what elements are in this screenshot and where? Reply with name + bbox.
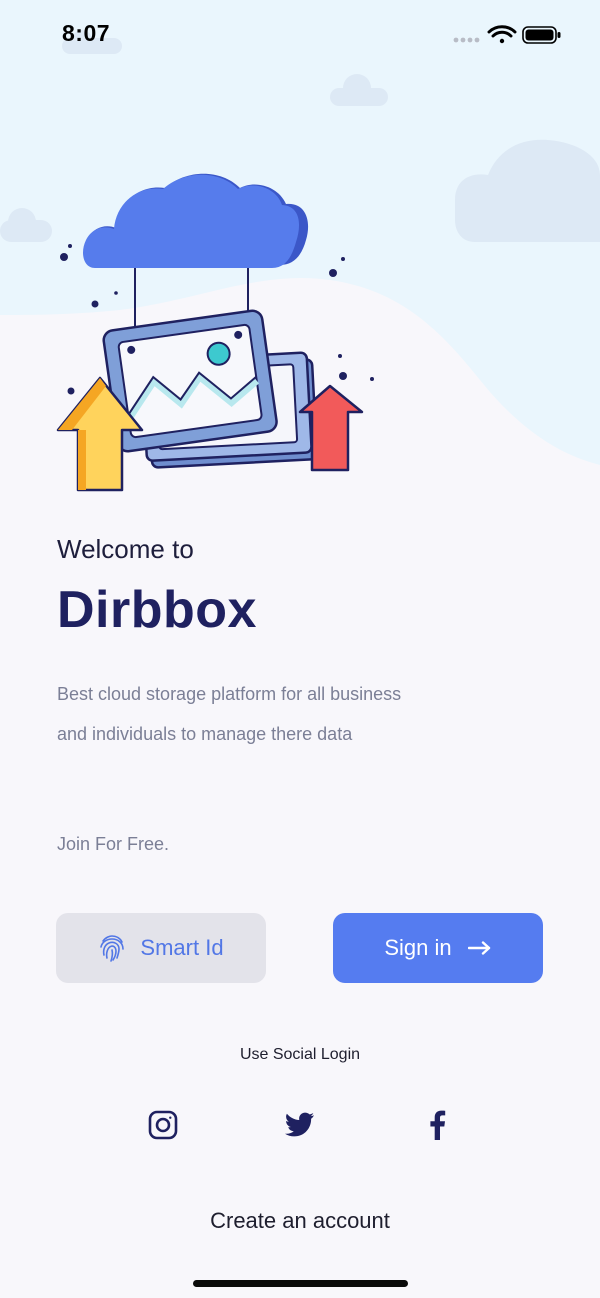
create-account-link[interactable]: Create an account: [0, 1208, 600, 1234]
arrow-right-icon: [467, 941, 492, 955]
status-icons: [453, 25, 561, 44]
smart-id-button[interactable]: Smart Id: [56, 913, 266, 983]
status-time: 8:07: [62, 20, 111, 46]
cloud-upload-illustration: [56, 173, 374, 492]
instagram-icon[interactable]: [146, 1108, 180, 1142]
sign-in-label: Sign in: [384, 935, 452, 960]
app-name: Dirbbox: [57, 581, 257, 639]
smart-id-label: Smart Id: [140, 935, 224, 960]
signal-icon: [453, 37, 480, 43]
join-tagline: Join For Free.: [57, 834, 170, 854]
welcome-text: Welcome to: [57, 534, 194, 564]
home-indicator: [193, 1280, 408, 1287]
status-bar: 8:07: [0, 0, 600, 70]
facebook-icon[interactable]: [420, 1108, 454, 1142]
social-login-title: Use Social Login: [239, 1046, 361, 1063]
sign-in-button[interactable]: Sign in: [333, 913, 543, 983]
fingerprint-icon: [98, 933, 126, 963]
twitter-icon[interactable]: [283, 1108, 317, 1142]
wifi-icon: [487, 25, 517, 44]
description: Best cloud storage platform for all busi…: [57, 684, 402, 744]
battery-icon: [522, 26, 561, 44]
